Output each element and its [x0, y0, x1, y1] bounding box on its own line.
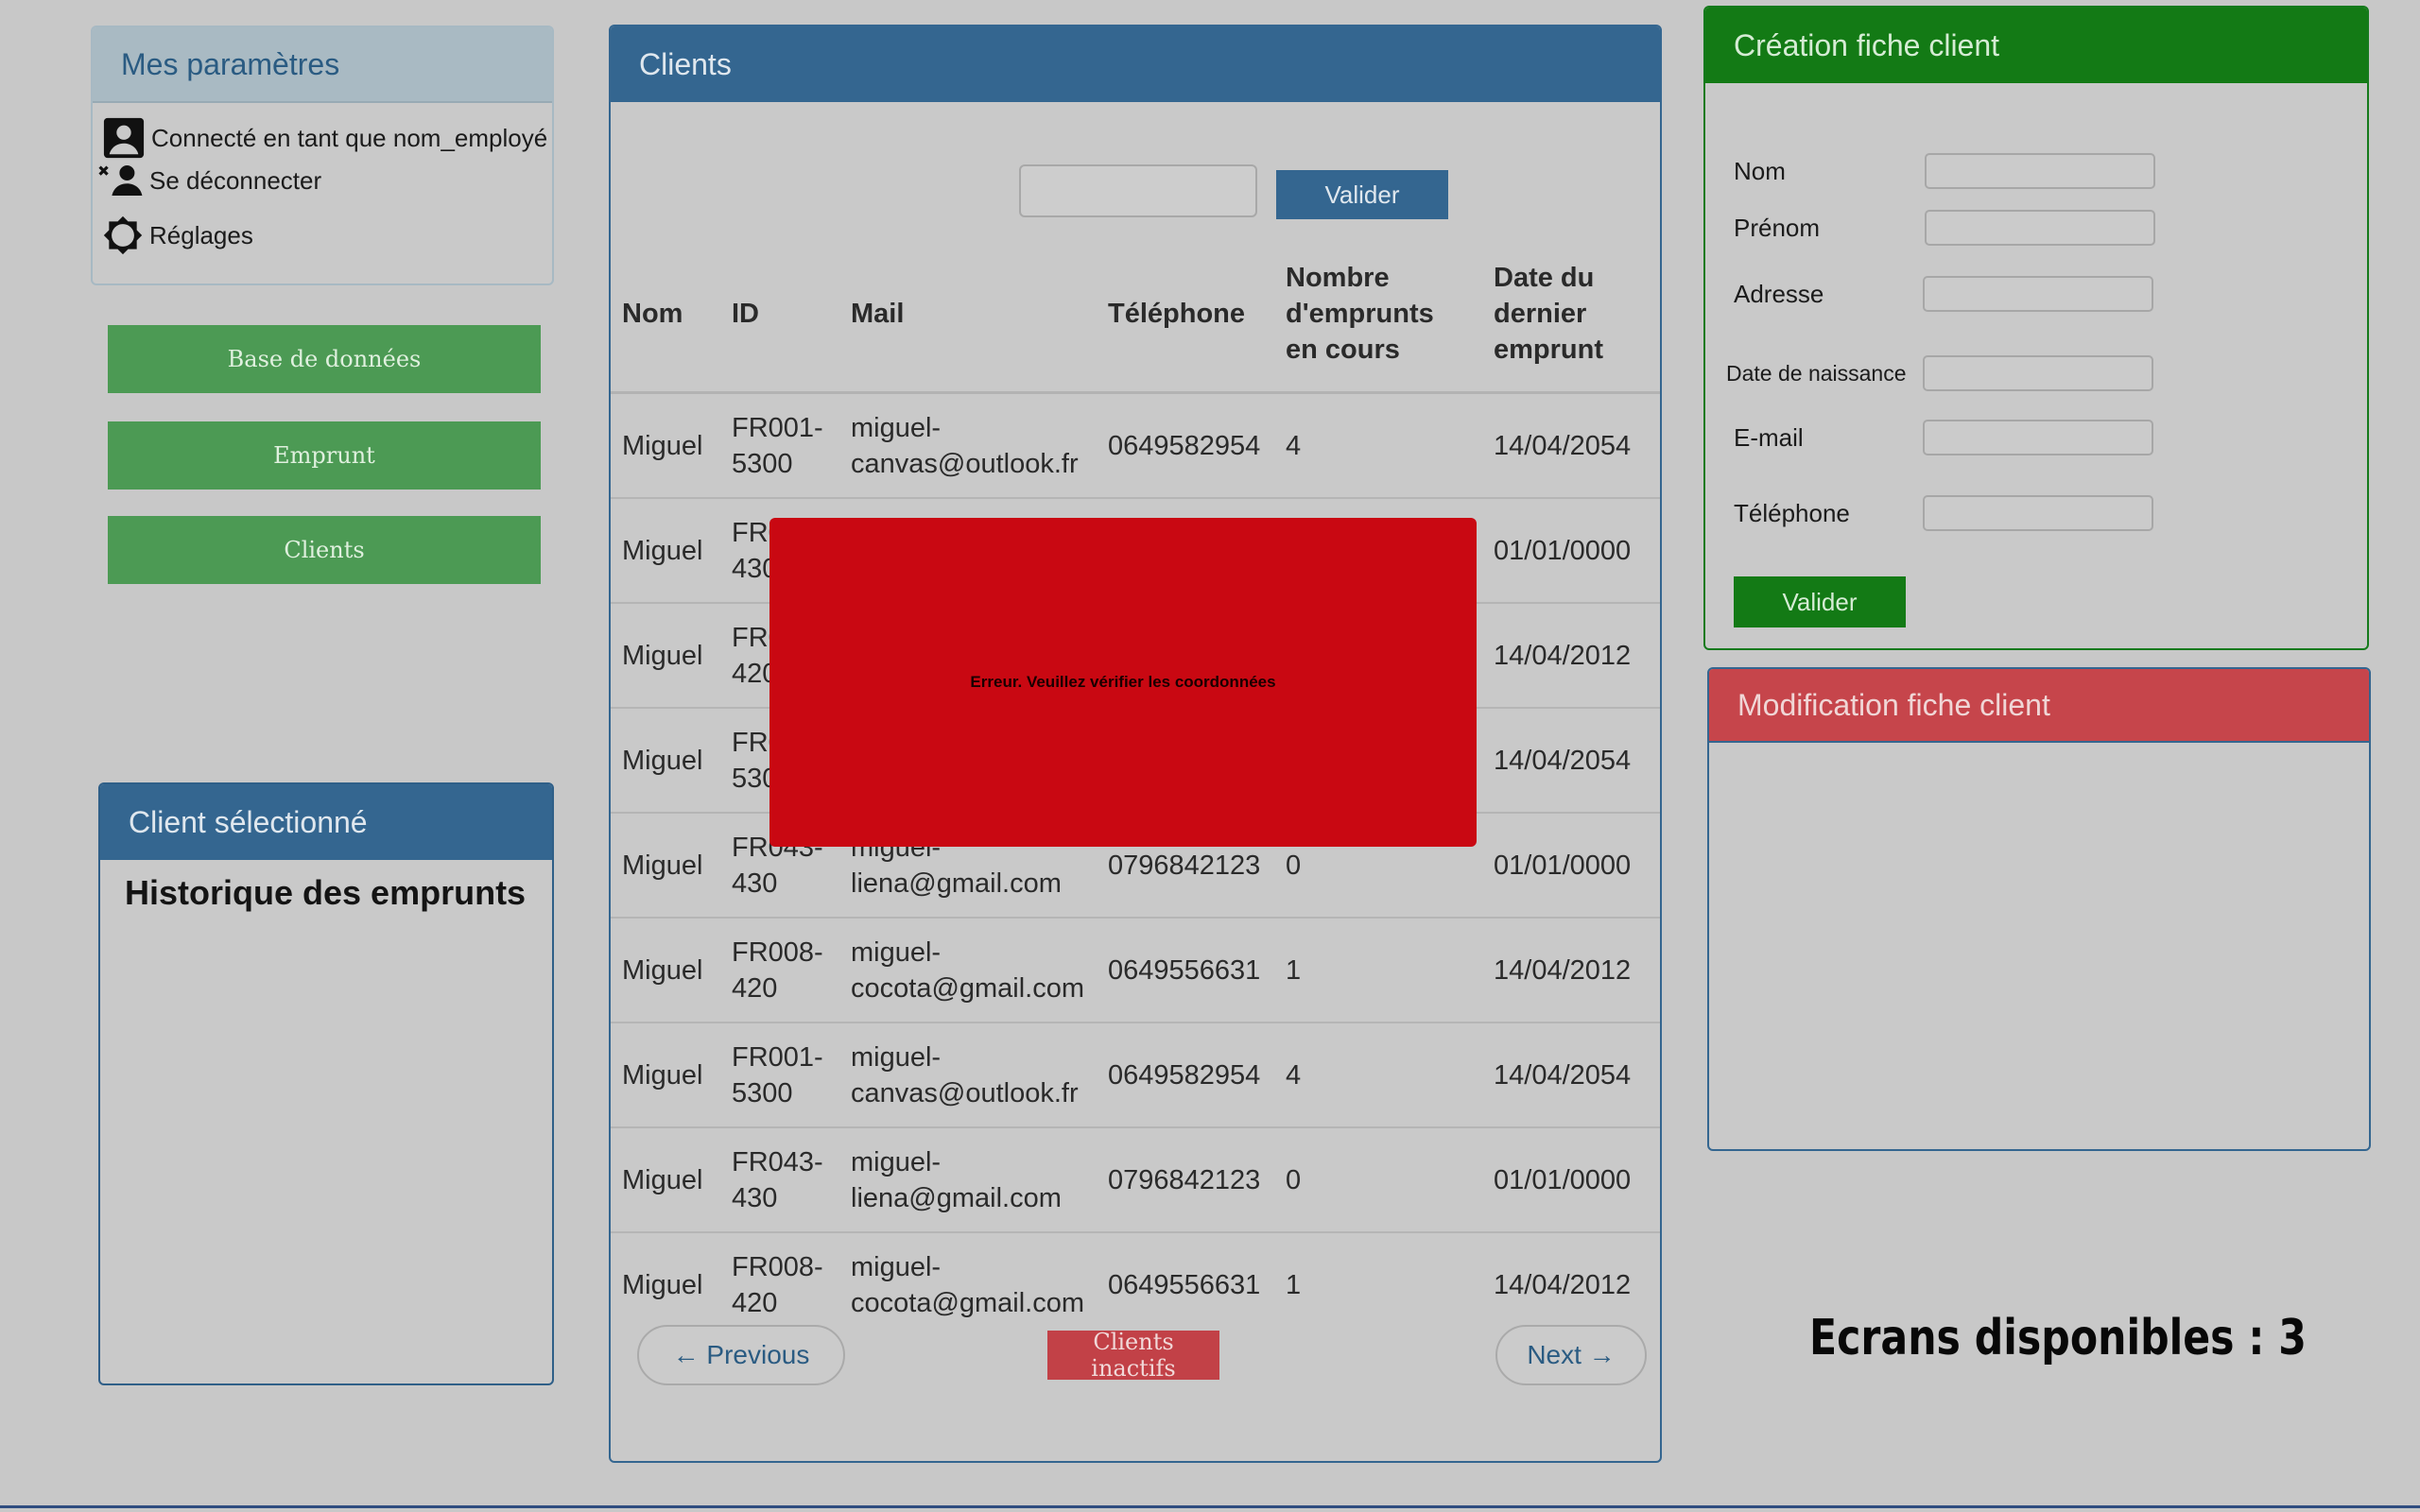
telephone-field[interactable] — [1923, 495, 2153, 531]
cell-loans-count: 4 — [1274, 1022, 1482, 1128]
available-screens-label: Ecrans disponibles : 3 — [1809, 1310, 2307, 1366]
loan-history-title: Historique des emprunts — [125, 873, 527, 912]
birthdate-label: Date de naissance — [1726, 361, 1907, 386]
settings-row[interactable]: Réglages — [102, 215, 253, 256]
adresse-label: Adresse — [1734, 280, 1824, 308]
connected-user-row: Connecté en tant que nom_employé — [102, 116, 547, 160]
column-header-nom[interactable]: Nom — [611, 236, 720, 394]
cell-telephone: 0796842123 — [1097, 1127, 1274, 1233]
cell-last-loan-date: 14/04/2012 — [1494, 1269, 1632, 1300]
cell-id: FR001-5300 — [720, 1022, 839, 1128]
cell-nom: Miguel — [611, 1022, 720, 1128]
selected-client-panel: Client sélectionné Historique des emprun… — [98, 782, 554, 1385]
database-button[interactable]: Base de données — [108, 325, 541, 393]
email-label: E-mail — [1734, 423, 1804, 452]
cell-nom: Miguel — [622, 1269, 703, 1300]
gear-icon — [102, 215, 144, 256]
cell-last-loan-date: 14/04/2012 — [1482, 918, 1660, 1023]
email-field[interactable] — [1923, 420, 2153, 455]
nom-label: Nom — [1734, 157, 1786, 185]
search-input[interactable] — [1019, 164, 1257, 217]
table-row[interactable]: MiguelFR043-430miguel-liena@gmail.com079… — [611, 1127, 1660, 1233]
birthdate-field[interactable] — [1923, 355, 2153, 391]
cell-id: FR043-430 — [720, 1127, 839, 1233]
cell-last-loan-date: 01/01/0000 — [1482, 1127, 1660, 1233]
cell-last-loan-date: 14/04/2012 — [1482, 603, 1660, 709]
cell-loans-count: 0 — [1274, 1127, 1482, 1233]
cell-telephone: 0649582954 — [1097, 1022, 1274, 1128]
error-message: Erreur. Veuillez vérifier les coordonnée… — [970, 673, 1276, 691]
cell-nom: Miguel — [611, 392, 720, 499]
error-dialog[interactable]: Erreur. Veuillez vérifier les coordonnée… — [769, 518, 1477, 847]
cell-nom: Miguel — [611, 1127, 720, 1233]
bottom-divider — [0, 1505, 2420, 1508]
cell-mail: miguel-canvas@outlook.fr — [839, 392, 1097, 499]
remove-user-icon — [98, 162, 144, 199]
next-page-button[interactable]: Next → — [1495, 1325, 1647, 1385]
table-row[interactable]: MiguelFR001-5300miguel-canvas@outlook.fr… — [611, 1022, 1660, 1128]
column-header-mail[interactable]: Mail — [839, 236, 1097, 394]
table-header-row: Nom ID Mail Téléphone Nombre d'emprunts … — [611, 236, 1660, 394]
prenom-field[interactable] — [1925, 210, 2155, 246]
cell-mail: miguel-cocota@gmail.com — [851, 1251, 1085, 1318]
clients-button[interactable]: Clients — [108, 516, 541, 584]
cell-nom: Miguel — [611, 813, 720, 919]
nom-field[interactable] — [1925, 153, 2155, 189]
cell-id: FR001-5300 — [720, 392, 839, 499]
cell-id: FR008-420 — [732, 1251, 823, 1318]
logout-row[interactable]: Se déconnecter — [98, 162, 321, 199]
table-row[interactable]: MiguelFR008-420miguel-cocota@gmail.com06… — [611, 918, 1660, 1023]
cell-last-loan-date: 14/04/2054 — [1482, 392, 1660, 499]
cell-telephone: 0649556631 — [1097, 918, 1274, 1023]
cell-last-loan-date: 14/04/2054 — [1482, 708, 1660, 814]
cell-nom: Miguel — [611, 918, 720, 1023]
column-header-telephone[interactable]: Téléphone — [1097, 236, 1274, 394]
cell-loans-count: 1 — [1274, 918, 1482, 1023]
clients-panel-title: Clients — [611, 26, 1660, 102]
cell-last-loan-date: 01/01/0000 — [1482, 498, 1660, 604]
previous-page-button[interactable]: ← Previous — [637, 1325, 845, 1385]
table-row[interactable]: MiguelFR001-5300miguel-canvas@outlook.fr… — [611, 392, 1660, 499]
modify-client-title: Modification fiche client — [1709, 669, 2369, 743]
loan-button[interactable]: Emprunt — [108, 421, 541, 490]
connected-user-label: Connecté en tant que nom_employé — [151, 123, 548, 152]
create-client-title: Création fiche client — [1705, 8, 2367, 83]
cell-nom: Miguel — [611, 708, 720, 814]
cell-last-loan-date: 01/01/0000 — [1482, 813, 1660, 919]
selected-client-title: Client sélectionné — [100, 784, 552, 860]
user-icon — [102, 116, 146, 160]
cell-mail: miguel-canvas@outlook.fr — [839, 1022, 1097, 1128]
cell-mail: miguel-liena@gmail.com — [839, 1127, 1097, 1233]
settings-label[interactable]: Réglages — [149, 221, 253, 250]
telephone-label: Téléphone — [1734, 499, 1850, 527]
cell-mail: miguel-cocota@gmail.com — [839, 918, 1097, 1023]
table-row[interactable]: Miguel FR008-420 miguel-cocota@gmail.com 06… — [611, 1232, 1660, 1336]
cell-loans-count: 1 — [1286, 1269, 1302, 1300]
create-client-panel: Création fiche client Nom Prénom Adresse… — [1703, 6, 2369, 650]
cell-loans-count: 4 — [1274, 392, 1482, 499]
column-header-id[interactable]: ID — [720, 236, 839, 394]
inactive-clients-button[interactable]: Clients inactifs — [1047, 1329, 1219, 1382]
create-client-submit-button[interactable]: Valider — [1734, 576, 1906, 627]
cell-telephone: 0649582954 — [1097, 392, 1274, 499]
prenom-label: Prénom — [1734, 214, 1821, 242]
settings-panel-title: Mes paramètres — [93, 27, 552, 103]
column-header-loans-count[interactable]: Nombre d'emprunts en cours — [1274, 236, 1482, 394]
cell-nom: Miguel — [611, 498, 720, 604]
cell-id: FR008-420 — [720, 918, 839, 1023]
search-submit-button[interactable]: Valider — [1276, 170, 1448, 219]
logout-label[interactable]: Se déconnecter — [149, 166, 321, 196]
cell-telephone: 0649556631 — [1108, 1269, 1261, 1300]
settings-panel: Mes paramètres Connecté en tant que nom_… — [91, 26, 554, 285]
modify-client-panel: Modification fiche client — [1707, 667, 2371, 1151]
adresse-field[interactable] — [1923, 276, 2153, 312]
column-header-last-loan-date[interactable]: Date du dernier emprunt — [1482, 236, 1660, 394]
cell-nom: Miguel — [611, 603, 720, 709]
cell-last-loan-date: 14/04/2054 — [1482, 1022, 1660, 1128]
